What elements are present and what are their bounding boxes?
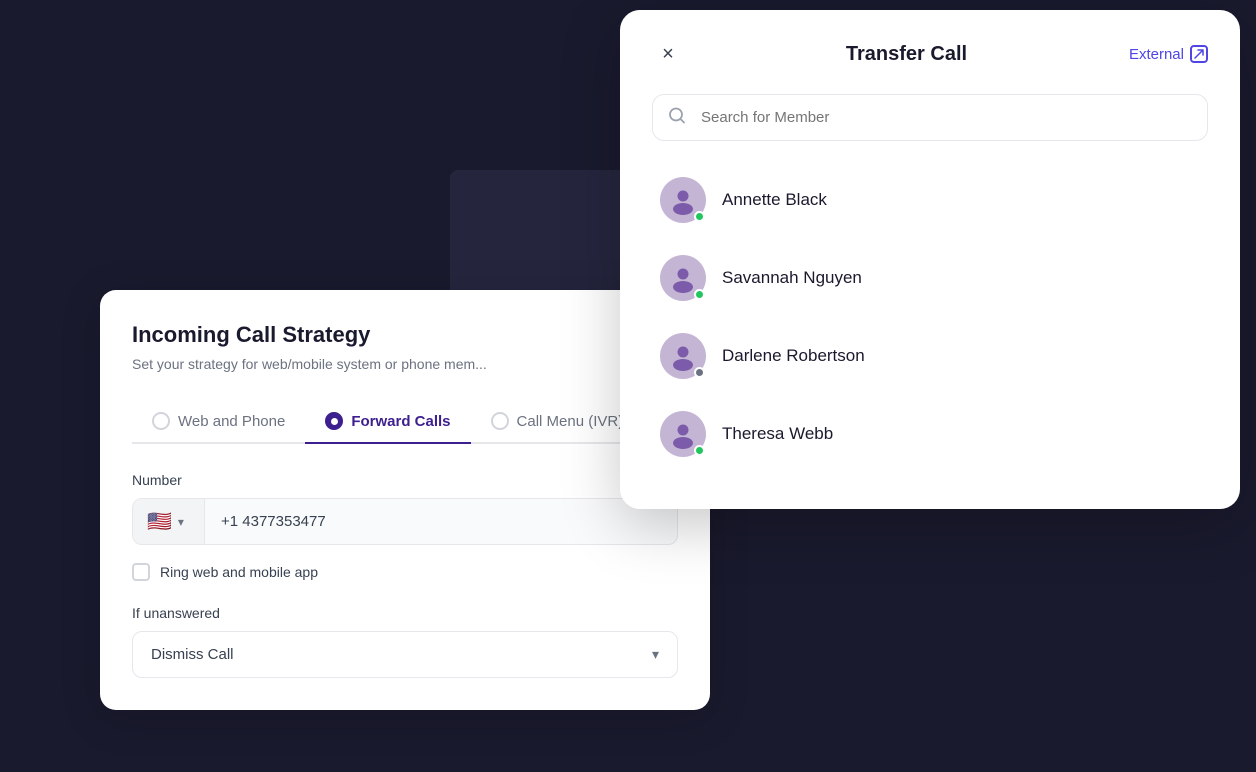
- member-item-theresa-webb[interactable]: Theresa Webb: [652, 395, 1208, 473]
- external-link-icon: [1190, 45, 1208, 63]
- flag-chevron-icon: ▾: [178, 515, 184, 529]
- member-item-annette-black[interactable]: Annette Black: [652, 161, 1208, 239]
- avatar-darlene-robertson: [660, 333, 706, 379]
- tab-radio-call-menu: [491, 412, 509, 430]
- tab-web-and-phone[interactable]: Web and Phone: [132, 400, 305, 442]
- external-label: External: [1129, 46, 1184, 63]
- tab-forward-calls[interactable]: Forward Calls: [305, 400, 470, 442]
- member-item-savannah-nguyen[interactable]: Savannah Nguyen: [652, 239, 1208, 317]
- number-label: Number: [132, 472, 678, 488]
- search-container: [652, 94, 1208, 141]
- close-icon: ×: [662, 43, 674, 66]
- tab-radio-forward-calls: [325, 412, 343, 430]
- tab-radio-web-phone: [152, 412, 170, 430]
- online-status-dot: [694, 445, 705, 456]
- avatar-savannah-nguyen: [660, 255, 706, 301]
- phone-number-input[interactable]: [205, 499, 677, 544]
- search-input[interactable]: [652, 94, 1208, 141]
- ring-mobile-checkbox[interactable]: [132, 563, 150, 581]
- external-link[interactable]: External: [1129, 45, 1208, 63]
- avatar-theresa-webb: [660, 411, 706, 457]
- tab-label-call-menu: Call Menu (IVR): [517, 413, 624, 430]
- search-icon: [668, 106, 686, 129]
- us-flag-icon: 🇺🇸: [147, 509, 172, 534]
- ring-mobile-label: Ring web and mobile app: [160, 564, 318, 580]
- ring-mobile-checkbox-row: Ring web and mobile app: [132, 563, 678, 581]
- offline-status-dot: [694, 367, 705, 378]
- if-unanswered-label: If unanswered: [132, 605, 678, 621]
- member-name: Darlene Robertson: [722, 346, 865, 366]
- member-name: Savannah Nguyen: [722, 268, 862, 288]
- online-status-dot: [694, 289, 705, 300]
- transfer-call-modal: × Transfer Call External: [620, 10, 1240, 509]
- member-name: Theresa Webb: [722, 424, 833, 444]
- tab-call-menu[interactable]: Call Menu (IVR): [471, 400, 644, 442]
- country-flag-dropdown[interactable]: 🇺🇸 ▾: [133, 499, 205, 544]
- close-button[interactable]: ×: [652, 38, 684, 70]
- card-title: Incoming Call Strategy: [132, 322, 678, 348]
- member-item-darlene-robertson[interactable]: Darlene Robertson: [652, 317, 1208, 395]
- tabs-container: Web and Phone Forward Calls Call Menu (I…: [132, 400, 678, 444]
- member-name: Annette Black: [722, 190, 827, 210]
- dismiss-call-label: Dismiss Call: [151, 646, 234, 663]
- card-subtitle: Set your strategy for web/mobile system …: [132, 356, 678, 372]
- tab-label-forward-calls: Forward Calls: [351, 413, 450, 430]
- tab-label-web-phone: Web and Phone: [178, 413, 285, 430]
- modal-title: Transfer Call: [846, 43, 967, 66]
- avatar-annette-black: [660, 177, 706, 223]
- incoming-call-card: Incoming Call Strategy Set your strategy…: [100, 290, 710, 710]
- online-status-dot: [694, 211, 705, 222]
- dismiss-chevron-icon: ▾: [652, 646, 659, 663]
- member-list: Annette Black Savannah Nguyen: [652, 161, 1208, 473]
- dismiss-call-dropdown[interactable]: Dismiss Call ▾: [132, 631, 678, 678]
- phone-input-row: 🇺🇸 ▾: [132, 498, 678, 545]
- modal-header: × Transfer Call External: [652, 38, 1208, 70]
